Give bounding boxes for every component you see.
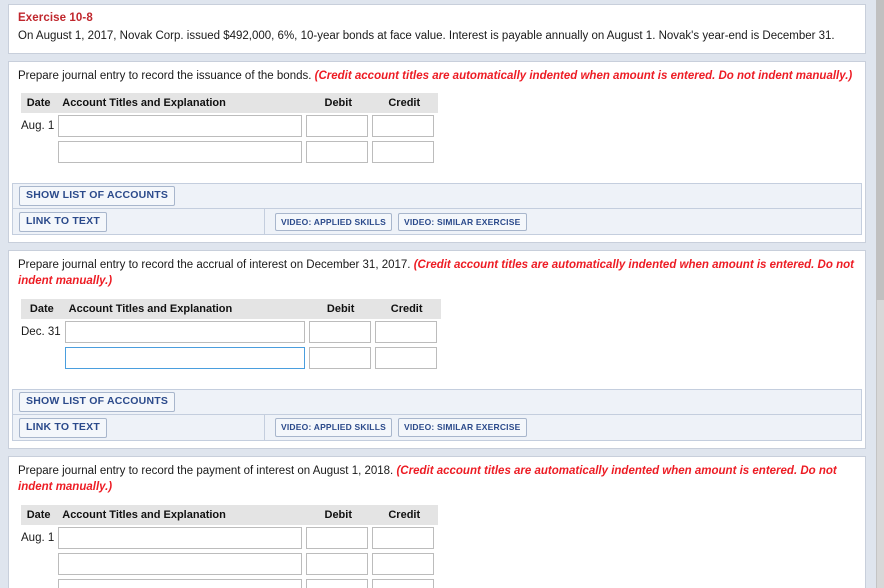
header-credit: Credit xyxy=(372,504,439,525)
debit-input[interactable] xyxy=(306,141,369,164)
section-1-instruction: Prepare journal entry to record the issu… xyxy=(18,69,856,85)
show-list-of-accounts-button[interactable]: SHOW LIST OF ACCOUNTS xyxy=(19,186,176,207)
journal-section-1: Prepare journal entry to record the issu… xyxy=(8,60,866,244)
header-credit: Credit xyxy=(374,299,441,320)
row-date-label: Aug. 1 xyxy=(21,120,55,133)
account-input[interactable] xyxy=(58,578,303,588)
table-row: Aug. 1 xyxy=(21,525,438,551)
video-links-cell: VIDEO: APPLIED SKILLS VIDEO: SIMILAR EXE… xyxy=(265,415,861,440)
header-debit: Debit xyxy=(306,504,373,525)
link-to-text-cell: LINK TO TEXT xyxy=(13,209,265,235)
page-scrollbar[interactable] xyxy=(876,0,884,588)
section-1-prompt: Prepare journal entry to record the issu… xyxy=(18,69,312,82)
table-row xyxy=(21,577,438,588)
table-row xyxy=(21,139,438,165)
row-date-label xyxy=(21,139,58,165)
section-2-prompt: Prepare journal entry to record the accr… xyxy=(18,259,411,272)
credit-input[interactable] xyxy=(372,552,435,575)
exercise-page: Exercise 10-8 On August 1, 2017, Novak C… xyxy=(0,0,884,588)
row-date-label xyxy=(21,577,58,588)
debit-input[interactable] xyxy=(306,115,369,138)
credit-input[interactable] xyxy=(374,321,437,344)
row-date-label: Aug. 1 xyxy=(21,531,55,544)
section-1-credit-note: (Credit account titles are automatically… xyxy=(314,69,853,82)
credit-input[interactable] xyxy=(372,141,435,164)
table-row: Dec. 31 xyxy=(21,319,441,345)
debit-input[interactable] xyxy=(308,347,371,370)
section-3-instruction: Prepare journal entry to record the paym… xyxy=(18,464,856,496)
account-input[interactable] xyxy=(58,526,303,549)
account-input[interactable] xyxy=(58,115,303,138)
table-header-row: Date Account Titles and Explanation Debi… xyxy=(21,504,439,525)
header-debit: Debit xyxy=(308,299,375,320)
debit-input[interactable] xyxy=(306,526,369,549)
exercise-body-text: On August 1, 2017, Novak Corp. issued $4… xyxy=(18,30,835,42)
table-header-row: Date Account Titles and Explanation Debi… xyxy=(21,93,439,114)
video-similar-exercise-button[interactable]: VIDEO: SIMILAR EXERCISE xyxy=(397,212,527,232)
table-row xyxy=(21,551,438,577)
credit-input[interactable] xyxy=(372,526,435,549)
journal-section-2: Prepare journal entry to record the accr… xyxy=(8,250,866,450)
video-applied-skills-button[interactable]: VIDEO: APPLIED SKILLS xyxy=(275,212,392,232)
journal-section-3: Prepare journal entry to record the paym… xyxy=(8,456,866,588)
journal-table-1: Date Account Titles and Explanation Debi… xyxy=(21,93,439,165)
scrollbar-thumb[interactable] xyxy=(876,0,884,300)
table-header-row: Date Account Titles and Explanation Debi… xyxy=(21,299,441,320)
video-similar-exercise-button[interactable]: VIDEO: SIMILAR EXERCISE xyxy=(397,418,527,437)
credit-input[interactable] xyxy=(374,347,437,370)
account-input[interactable] xyxy=(58,552,303,575)
exercise-header-panel: Exercise 10-8 On August 1, 2017, Novak C… xyxy=(8,4,866,54)
header-date: Date xyxy=(21,504,59,525)
row-date-label: Dec. 31 xyxy=(21,326,61,339)
header-debit: Debit xyxy=(306,93,373,114)
exercise-title: Exercise 10-8 xyxy=(18,12,93,24)
link-to-text-cell: LINK TO TEXT xyxy=(13,415,265,441)
table-row: Aug. 1 xyxy=(21,113,438,139)
show-accounts-bar-1: SHOW LIST OF ACCOUNTS xyxy=(12,183,862,210)
show-accounts-bar-2: SHOW LIST OF ACCOUNTS xyxy=(12,389,862,416)
debit-input[interactable] xyxy=(306,578,369,588)
link-to-text-button[interactable]: LINK TO TEXT xyxy=(19,417,107,438)
journal-table-2: Date Account Titles and Explanation Debi… xyxy=(21,299,441,371)
header-date: Date xyxy=(21,299,65,320)
header-credit: Credit xyxy=(372,93,439,114)
section-2-instruction: Prepare journal entry to record the accr… xyxy=(18,258,856,290)
debit-input[interactable] xyxy=(306,552,369,575)
header-account: Account Titles and Explanation xyxy=(58,93,307,114)
credit-input[interactable] xyxy=(372,578,435,588)
links-bar-1: LINK TO TEXT VIDEO: APPLIED SKILLS VIDEO… xyxy=(12,208,862,236)
table-row xyxy=(21,345,441,371)
header-date: Date xyxy=(21,93,59,114)
account-input[interactable] xyxy=(64,321,305,344)
row-date-label xyxy=(21,551,58,577)
row-date-label xyxy=(21,345,65,371)
show-list-of-accounts-button[interactable]: SHOW LIST OF ACCOUNTS xyxy=(19,392,176,413)
journal-table-3: Date Account Titles and Explanation Debi… xyxy=(21,504,439,588)
video-links-cell: VIDEO: APPLIED SKILLS VIDEO: SIMILAR EXE… xyxy=(265,209,861,234)
links-bar-2: LINK TO TEXT VIDEO: APPLIED SKILLS VIDEO… xyxy=(12,414,862,442)
video-applied-skills-button[interactable]: VIDEO: APPLIED SKILLS xyxy=(275,418,392,437)
link-to-text-button[interactable]: LINK TO TEXT xyxy=(19,211,107,232)
header-account: Account Titles and Explanation xyxy=(58,504,307,525)
account-input[interactable] xyxy=(58,141,303,164)
header-account: Account Titles and Explanation xyxy=(64,299,309,320)
account-input-focused[interactable] xyxy=(64,347,305,370)
debit-input[interactable] xyxy=(308,321,371,344)
section-3-prompt: Prepare journal entry to record the paym… xyxy=(18,465,394,478)
credit-input[interactable] xyxy=(372,115,435,138)
